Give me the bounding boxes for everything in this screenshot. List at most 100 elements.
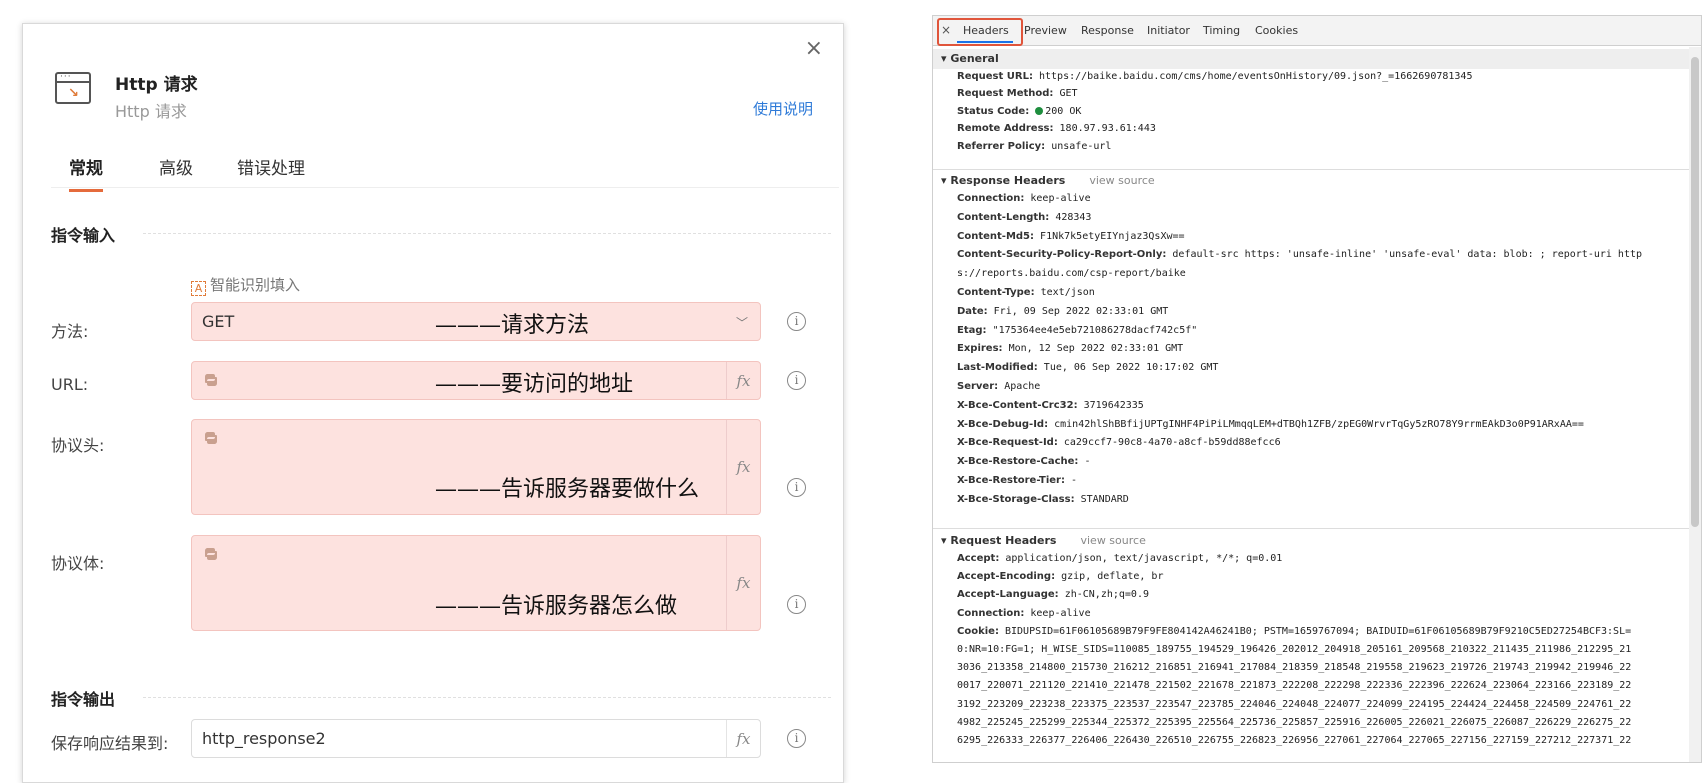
header-key: Content-Type: [957, 287, 1035, 298]
header-key: Content-Security-Policy-Report-Only: [957, 249, 1167, 261]
header-row: 3036_213358_214800_215730_216212_216851_… [957, 662, 1631, 673]
header-key: X-Bce-Request-Id: [957, 437, 1058, 449]
header-row: X-Bce-Restore-Cache: - [957, 456, 1090, 467]
header-value: 0017_220071_221120_221410_221478_221502_… [957, 680, 1632, 692]
header-row: Server: Apache [957, 381, 1040, 392]
header-value: Tue, 06 Sep 2022 10:17:02 GMT [1043, 362, 1219, 374]
header-key: Connection: [957, 193, 1025, 204]
header-row: Accept-Encoding: gzip, deflate, br [957, 571, 1163, 582]
method-label: 方法: [51, 322, 89, 341]
formula-button[interactable]: fx [726, 536, 760, 630]
header-value: 3719642335 [1083, 399, 1144, 411]
headers-info-icon[interactable]: i [787, 478, 806, 497]
help-link[interactable]: 使用说明 [753, 98, 813, 119]
tab-general[interactable]: 常规 [69, 154, 103, 192]
tab-preview[interactable]: Preview [1024, 24, 1067, 37]
header-value: 3036_213358_214800_215730_216212_216851_… [957, 662, 1632, 674]
formula-button[interactable]: fx [726, 720, 760, 757]
header-key: Content-Length: [957, 211, 1050, 223]
smart-fill-button[interactable]: A 智能识别填入 [191, 274, 300, 296]
header-row: Last-Modified: Tue, 06 Sep 2022 10:17:02… [957, 362, 1218, 373]
formula-button[interactable]: fx [726, 362, 760, 399]
python-icon [204, 432, 218, 444]
header-value: unsafe-url [1051, 140, 1112, 152]
header-value: application/json, text/javascript, */*; … [1005, 553, 1283, 564]
save-info-icon[interactable]: i [787, 729, 806, 748]
header-row: X-Bce-Content-Crc32: 3719642335 [957, 400, 1144, 411]
section-input-title: 指令输入 [51, 226, 116, 245]
view-source-link[interactable]: view source [1089, 174, 1154, 187]
devtools-panel: × Headers Preview Response Initiator Tim… [932, 15, 1702, 763]
header-value: text/json [1040, 287, 1095, 298]
request-headers-section-header[interactable]: ▾ Request Headers view source [933, 531, 1689, 551]
header-row: 0:NR=10:FG=1; H_WISE_SIDS=110085_189755_… [957, 644, 1631, 655]
body-label: 协议体: [51, 554, 105, 573]
header-value: 3192_223209_223238_223375_223537_223547_… [957, 698, 1632, 710]
tab-response[interactable]: Response [1081, 24, 1134, 37]
header-key: Server: [957, 381, 999, 392]
close-icon[interactable]: × [805, 38, 823, 60]
dialog-tabs: 常规 高级 错误处理 [51, 146, 839, 192]
response-headers-section-header[interactable]: ▾ Response Headers view source [933, 171, 1689, 191]
header-value: 180.97.93.61:443 [1059, 123, 1156, 135]
header-key: Request URL: [957, 71, 1033, 82]
header-value: GET [1059, 88, 1078, 100]
header-key: Date: [957, 305, 988, 317]
header-value: Fri, 09 Sep 2022 02:33:01 GMT [993, 305, 1169, 317]
method-annotation: ———请求方法 [435, 313, 590, 338]
scrollbar-thumb[interactable] [1691, 57, 1699, 527]
header-value: default-src https: 'unsafe-inline' 'unsa… [1172, 249, 1643, 261]
header-value: ca29ccf7-90c8-4a70-a8cf-b59dd88efcc6 [1063, 437, 1281, 449]
chevron-down-icon: ﹀ [735, 316, 748, 330]
header-key: Accept-Language: [957, 589, 1059, 601]
header-row: Status Code: 200 OK [957, 106, 1081, 117]
tab-cookies[interactable]: Cookies [1255, 24, 1298, 37]
formula-button[interactable]: fx [726, 420, 760, 514]
section-divider [143, 697, 831, 698]
dialog-subtitle: Http 请求 [115, 102, 187, 121]
header-value: gzip, deflate, br [1061, 571, 1164, 583]
section-separator [933, 169, 1689, 170]
header-key: X-Bce-Restore-Tier: [957, 475, 1065, 486]
header-row: X-Bce-Restore-Tier: - [957, 475, 1077, 486]
header-value: 200 OK [1045, 105, 1082, 117]
tab-headers[interactable]: Headers [963, 24, 1009, 37]
header-row: Content-Security-Policy-Report-Only: def… [957, 249, 1642, 260]
tab-advanced[interactable]: 高级 [159, 154, 193, 189]
header-row: 0017_220071_221120_221410_221478_221502_… [957, 680, 1631, 691]
header-row: Date: Fri, 09 Sep 2022 02:33:01 GMT [957, 306, 1168, 317]
header-row: Content-Type: text/json [957, 287, 1095, 298]
header-row: Content-Md5: F1Nk7k5etyEIYnjaz3QsXw== [957, 231, 1185, 242]
header-value: 0:NR=10:FG=1; H_WISE_SIDS=110085_189755_… [957, 644, 1632, 655]
view-source-link[interactable]: view source [1080, 534, 1145, 547]
header-value: keep-alive [1030, 193, 1091, 204]
tab-initiator[interactable]: Initiator [1147, 24, 1190, 37]
header-key: X-Bce-Storage-Class: [957, 493, 1075, 505]
header-row: Remote Address: 180.97.93.61:443 [957, 123, 1156, 134]
header-row: X-Bce-Request-Id: ca29ccf7-90c8-4a70-a8c… [957, 437, 1281, 448]
header-value: s://reports.baidu.com/csp-report/baike [957, 268, 1186, 280]
header-value: F1Nk7k5etyEIYnjaz3QsXw== [1040, 230, 1185, 242]
header-key: Request Method: [957, 88, 1054, 100]
smart-recognize-icon: A [191, 281, 206, 296]
http-request-dialog: × ··· ↘ Http 请求 Http 请求 使用说明 常规 高级 错误处理 … [22, 23, 844, 783]
vertical-scrollbar[interactable] [1689, 47, 1701, 762]
header-row: Connection: keep-alive [957, 608, 1091, 619]
http-window-icon: ··· ↘ [55, 72, 91, 104]
tab-timing[interactable]: Timing [1203, 24, 1240, 37]
header-row: X-Bce-Storage-Class: STANDARD [957, 494, 1129, 505]
body-info-icon[interactable]: i [787, 595, 806, 614]
header-row: Etag: "175364ee4e5eb721086278dacf742c5f" [957, 325, 1197, 336]
header-row: Accept: application/json, text/javascrip… [957, 553, 1282, 564]
general-section-header[interactable]: ▾ General [933, 49, 1689, 69]
url-info-icon[interactable]: i [787, 371, 806, 390]
method-info-icon[interactable]: i [787, 312, 806, 331]
save-result-input[interactable]: http_response2 fx [191, 719, 761, 758]
header-row: Content-Length: 428343 [957, 212, 1091, 223]
header-key: Status Code: [957, 105, 1030, 117]
tab-error-handling[interactable]: 错误处理 [237, 154, 305, 189]
header-key: Accept-Encoding: [957, 571, 1056, 583]
headers-annotation: ———告诉服务器要做什么 [435, 477, 700, 502]
header-value: - [1071, 475, 1078, 486]
header-value: keep-alive [1030, 607, 1091, 619]
